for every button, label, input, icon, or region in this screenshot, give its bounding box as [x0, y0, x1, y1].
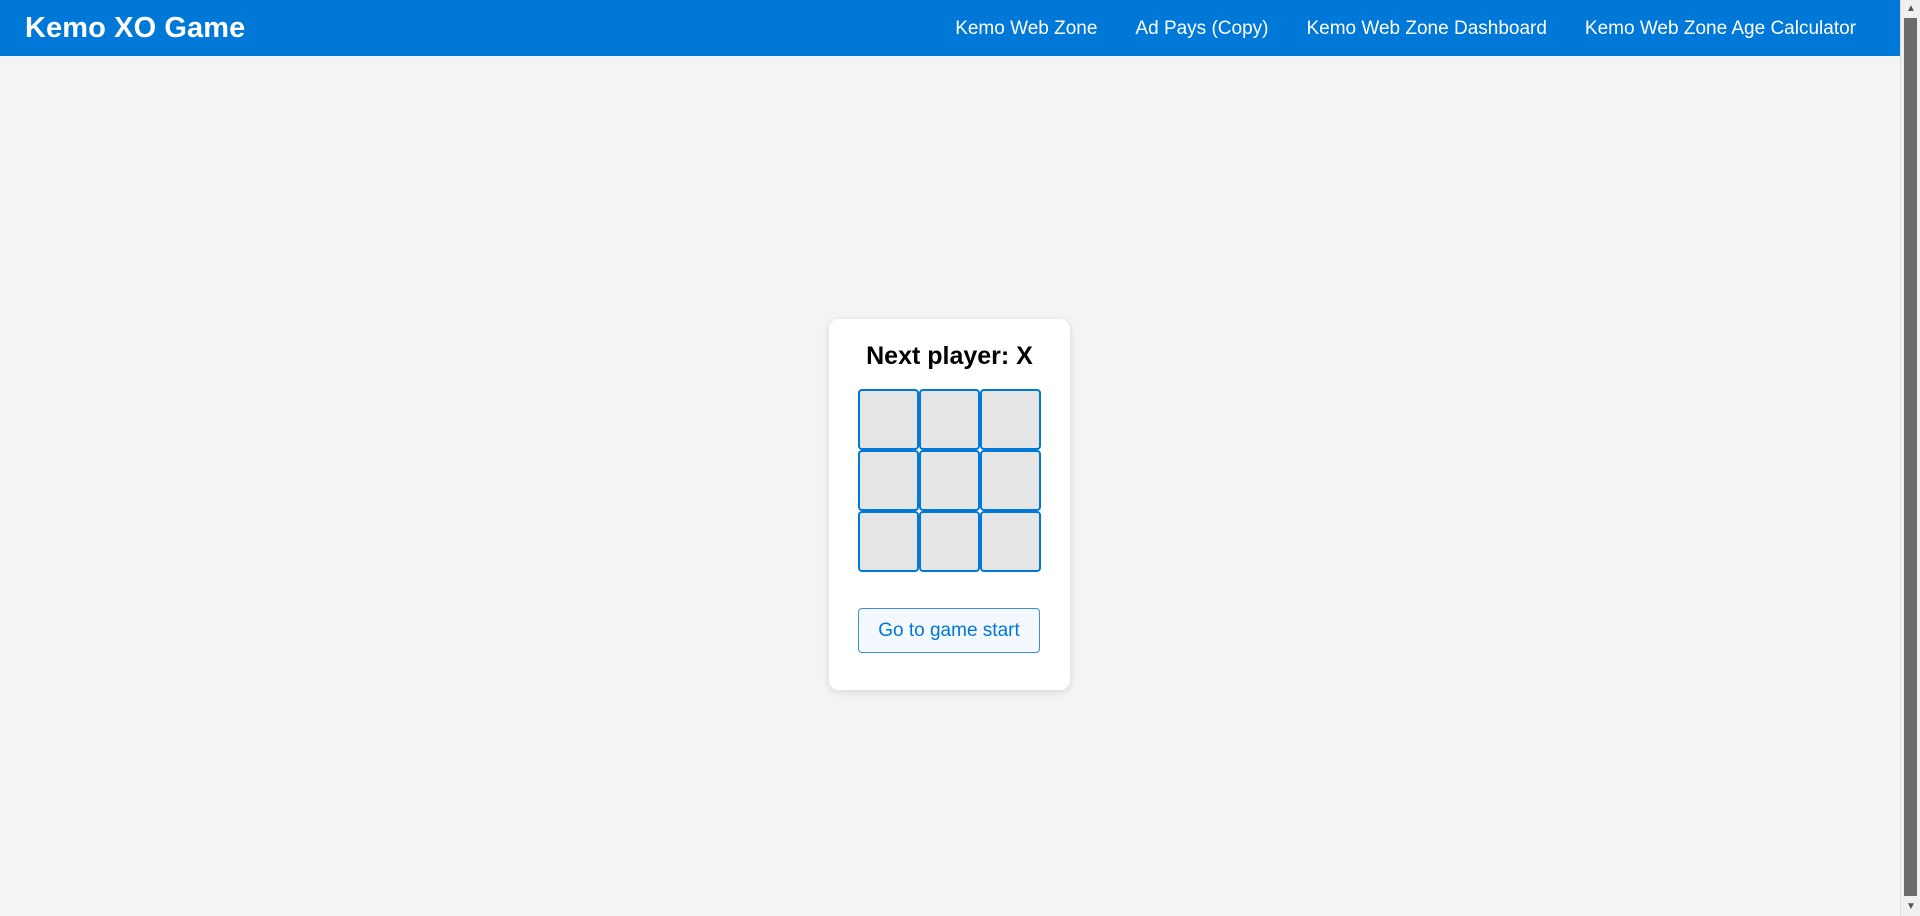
scrollbar-thumb[interactable]	[1904, 18, 1917, 896]
board-cell-7[interactable]	[858, 511, 919, 572]
nav-link-ad-pays-copy[interactable]: Ad Pays (Copy)	[1135, 19, 1268, 38]
site-title: Kemo XO Game	[25, 11, 246, 44]
board-cell-8[interactable]	[919, 511, 980, 572]
board-cell-3[interactable]	[980, 389, 1041, 450]
main-navigation: Kemo Web Zone Ad Pays (Copy) Kemo Web Zo…	[955, 19, 1876, 38]
board-cell-6[interactable]	[980, 450, 1041, 511]
go-to-game-start-button[interactable]: Go to game start	[858, 608, 1040, 653]
board-cell-5[interactable]	[919, 450, 980, 511]
page: Kemo XO Game Kemo Web Zone Ad Pays (Copy…	[0, 0, 1920, 916]
game-card: Next player: X Go to game start	[829, 319, 1070, 690]
triangle-up-icon[interactable]: ▲	[1901, 0, 1920, 18]
board-cell-2[interactable]	[919, 389, 980, 450]
board-cell-4[interactable]	[858, 450, 919, 511]
tic-tac-toe-board	[858, 389, 1041, 572]
nav-link-age-calculator[interactable]: Kemo Web Zone Age Calculator	[1585, 19, 1856, 38]
board-cell-9[interactable]	[980, 511, 1041, 572]
board-cell-1[interactable]	[858, 389, 919, 450]
nav-link-dashboard[interactable]: Kemo Web Zone Dashboard	[1306, 19, 1546, 38]
top-navigation-bar: Kemo XO Game Kemo Web Zone Ad Pays (Copy…	[0, 0, 1900, 56]
nav-link-kemo-web-zone[interactable]: Kemo Web Zone	[955, 19, 1097, 38]
triangle-down-icon[interactable]: ▼	[1901, 898, 1920, 916]
next-player-status: Next player: X	[866, 342, 1033, 370]
vertical-scrollbar[interactable]: ▲ ▼	[1900, 0, 1920, 916]
